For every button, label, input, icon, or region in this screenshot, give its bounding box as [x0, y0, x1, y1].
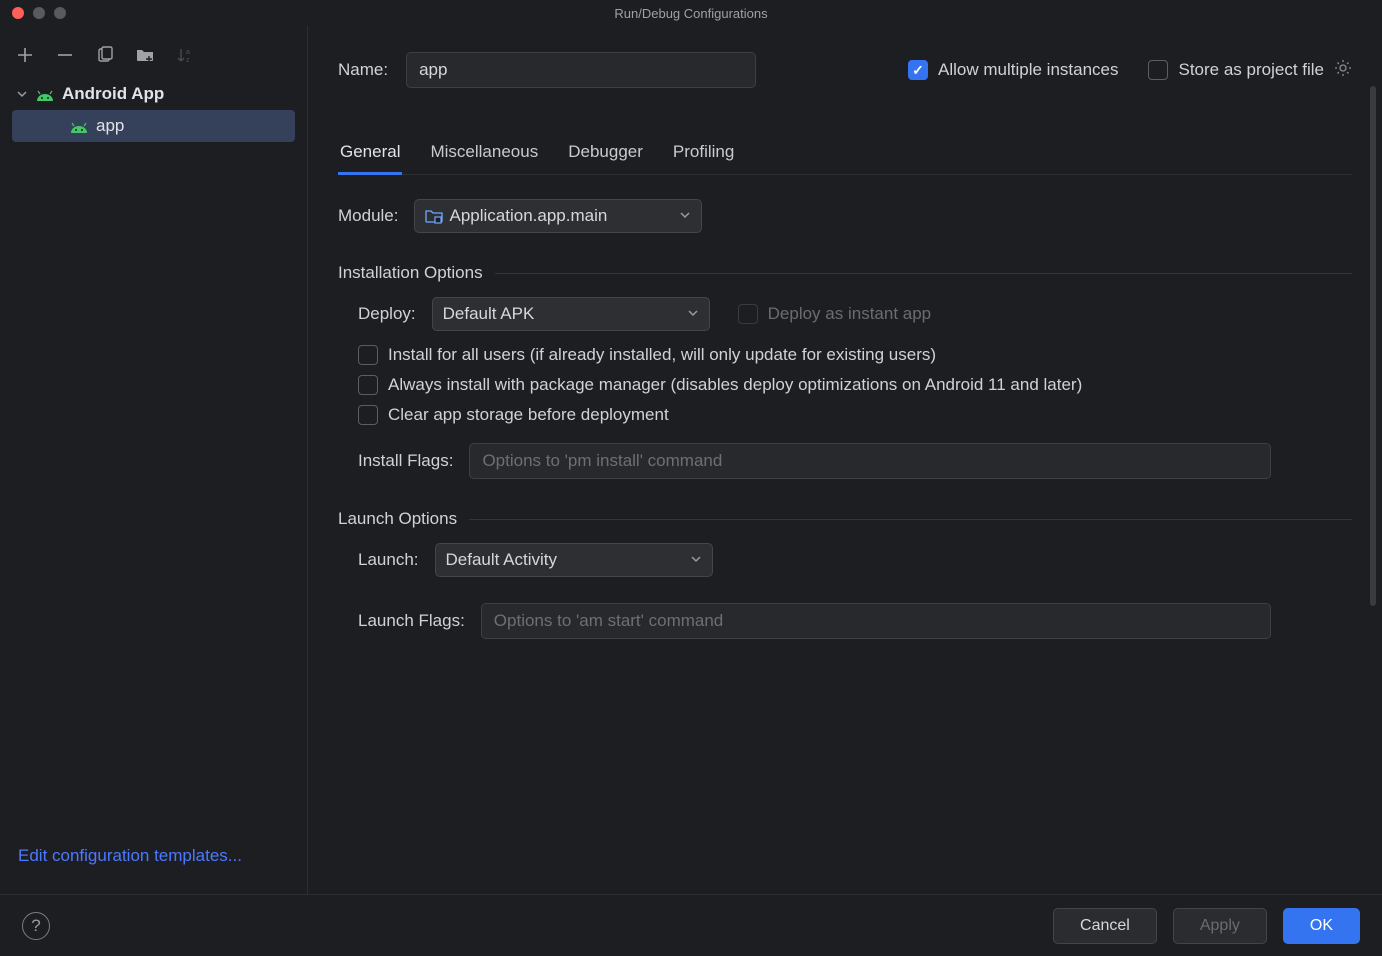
- allow-multiple-checkbox[interactable]: Allow multiple instances: [908, 60, 1118, 80]
- store-project-label: Store as project file: [1178, 60, 1324, 80]
- configurations-sidebar: az Android App app Edit configuration te…: [0, 26, 308, 894]
- config-group-label: Android App: [62, 84, 164, 104]
- apply-button: Apply: [1173, 908, 1267, 944]
- chevron-down-icon: [687, 304, 699, 324]
- checkbox-icon: [358, 405, 378, 425]
- install-all-users-checkbox[interactable]: Install for all users (if already instal…: [358, 345, 1352, 365]
- sort-alpha-icon: az: [174, 44, 196, 66]
- gear-icon[interactable]: [1334, 59, 1352, 82]
- launch-value: Default Activity: [446, 550, 558, 570]
- always-pm-label: Always install with package manager (dis…: [388, 375, 1082, 395]
- deploy-instant-checkbox: Deploy as instant app: [738, 304, 932, 324]
- module-select[interactable]: Application.app.main: [414, 199, 702, 233]
- config-item-app[interactable]: app: [12, 110, 295, 142]
- divider: [495, 273, 1352, 274]
- install-flags-input[interactable]: [469, 443, 1271, 479]
- config-item-label: app: [96, 116, 124, 136]
- maximize-window-icon: [54, 7, 66, 19]
- chevron-down-icon: [679, 206, 691, 226]
- cancel-button[interactable]: Cancel: [1053, 908, 1157, 944]
- name-input[interactable]: [406, 52, 756, 88]
- tab-miscellaneous[interactable]: Miscellaneous: [428, 134, 540, 175]
- content-panel: Name: Allow multiple instances Store as …: [308, 26, 1382, 894]
- window-controls: [12, 7, 66, 19]
- checkbox-icon: [358, 375, 378, 395]
- checkbox-icon: [738, 304, 758, 324]
- help-icon[interactable]: ?: [22, 912, 50, 940]
- divider: [469, 519, 1352, 520]
- launch-options-title: Launch Options: [338, 509, 457, 529]
- store-as-project-file-checkbox[interactable]: Store as project file: [1148, 59, 1352, 82]
- window-title: Run/Debug Configurations: [614, 6, 767, 21]
- name-label: Name:: [338, 60, 388, 80]
- launch-flags-label: Launch Flags:: [358, 611, 465, 631]
- deploy-label: Deploy:: [358, 304, 416, 324]
- chevron-down-icon: [690, 550, 702, 570]
- folder-config-icon[interactable]: [134, 44, 156, 66]
- clear-storage-label: Clear app storage before deployment: [388, 405, 669, 425]
- checkbox-icon: [1148, 60, 1168, 80]
- tab-bar: General Miscellaneous Debugger Profiling: [338, 134, 1352, 175]
- remove-config-icon[interactable]: [54, 44, 76, 66]
- clear-storage-checkbox[interactable]: Clear app storage before deployment: [358, 405, 1352, 425]
- module-label: Module:: [338, 206, 398, 226]
- svg-text:a: a: [186, 49, 190, 56]
- allow-multiple-label: Allow multiple instances: [938, 60, 1118, 80]
- tab-general[interactable]: General: [338, 134, 402, 175]
- ok-button[interactable]: OK: [1283, 908, 1360, 944]
- install-flags-label: Install Flags:: [358, 451, 453, 471]
- config-group-android-app[interactable]: Android App: [12, 80, 295, 108]
- minimize-window-icon: [33, 7, 45, 19]
- checkbox-checked-icon: [908, 60, 928, 80]
- titlebar: Run/Debug Configurations: [0, 0, 1382, 26]
- tab-debugger[interactable]: Debugger: [566, 134, 645, 175]
- install-all-users-label: Install for all users (if already instal…: [388, 345, 936, 365]
- launch-flags-input[interactable]: [481, 603, 1271, 639]
- launch-label: Launch:: [358, 550, 419, 570]
- android-icon: [36, 87, 54, 101]
- close-window-icon[interactable]: [12, 7, 24, 19]
- android-icon: [70, 119, 88, 133]
- always-pm-checkbox[interactable]: Always install with package manager (dis…: [358, 375, 1352, 395]
- installation-options-title: Installation Options: [338, 263, 483, 283]
- tab-profiling[interactable]: Profiling: [671, 134, 736, 175]
- module-folder-icon: [425, 208, 443, 224]
- deploy-instant-label: Deploy as instant app: [768, 304, 932, 324]
- dialog-footer: ? Cancel Apply OK: [0, 894, 1382, 956]
- chevron-down-icon: [16, 88, 28, 100]
- copy-config-icon[interactable]: [94, 44, 116, 66]
- scrollbar[interactable]: [1370, 86, 1376, 606]
- edit-templates-link[interactable]: Edit configuration templates...: [18, 846, 242, 865]
- deploy-value: Default APK: [443, 304, 535, 324]
- launch-select[interactable]: Default Activity: [435, 543, 713, 577]
- checkbox-icon: [358, 345, 378, 365]
- module-value: Application.app.main: [449, 206, 607, 226]
- svg-text:z: z: [186, 57, 190, 64]
- deploy-select[interactable]: Default APK: [432, 297, 710, 331]
- add-config-icon[interactable]: [14, 44, 36, 66]
